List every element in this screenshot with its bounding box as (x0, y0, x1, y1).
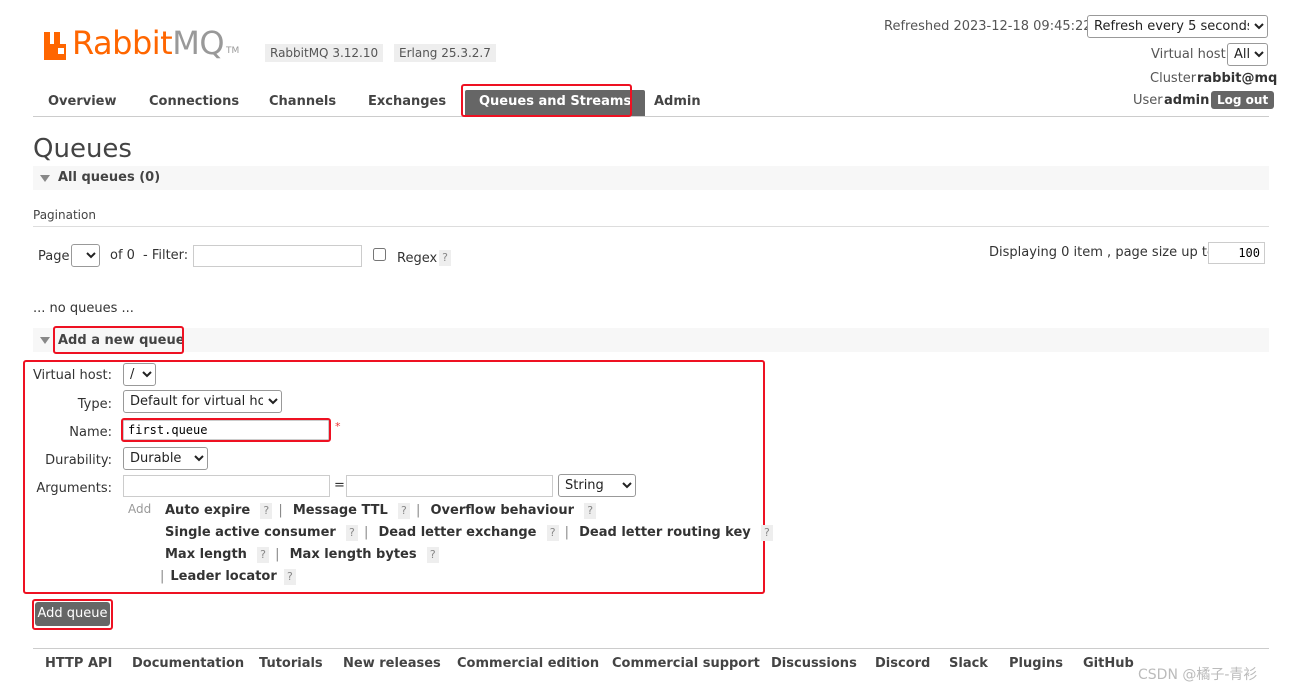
nav-channels[interactable]: Channels (269, 90, 336, 116)
footer-plugins[interactable]: Plugins (1009, 656, 1063, 671)
nav-overview[interactable]: Overview (48, 90, 117, 116)
highlight-add-queue-button (32, 599, 113, 630)
pagination-heading: Pagination (33, 208, 96, 222)
nav-connections[interactable]: Connections (149, 90, 239, 116)
footer-http-api[interactable]: HTTP API (45, 656, 112, 671)
regex-checkbox[interactable] (373, 248, 386, 261)
footer-new-releases[interactable]: New releases (343, 656, 441, 671)
required-marker: * (335, 420, 341, 433)
footer-slack[interactable]: Slack (949, 656, 988, 671)
help-icon[interactable]: ? (760, 525, 773, 541)
arg-overflow-behaviour[interactable]: Overflow behaviour (431, 503, 575, 518)
filter-label: - Filter: (143, 248, 189, 263)
rabbit-logo-icon (44, 32, 70, 60)
add-argument-label: Add (128, 502, 152, 516)
displaying-label: Displaying 0 item , page size up to: (989, 245, 1220, 260)
argument-key-input[interactable] (123, 475, 330, 497)
logo-tm: TM (226, 46, 240, 56)
help-icon[interactable]: ? (426, 547, 439, 563)
footer-tutorials[interactable]: Tutorials (259, 656, 323, 671)
no-queues-text: ... no queues ... (33, 301, 134, 316)
collapse-arrow-icon (40, 337, 50, 344)
name-field-label: Name: (69, 425, 112, 440)
highlight-add-queue-section (53, 326, 184, 354)
arg-max-length[interactable]: Max length (165, 547, 247, 562)
footer-discord[interactable]: Discord (875, 656, 930, 671)
arg-max-length-bytes[interactable]: Max length bytes (290, 547, 417, 562)
logo-text-rabbit: Rabbit (72, 24, 173, 62)
main-nav: Overview Connections Channels Exchanges … (33, 84, 1269, 117)
type-field-label: Type: (77, 397, 112, 412)
argument-equals: = (334, 478, 345, 493)
arg-single-active-consumer[interactable]: Single active consumer (165, 525, 336, 540)
durability-select[interactable]: Durable (123, 447, 208, 470)
virtual-host-label: Virtual host (1151, 47, 1226, 62)
help-icon[interactable]: ? (260, 503, 273, 519)
regex-help-icon[interactable]: ? (439, 250, 451, 266)
argument-type-select[interactable]: String (558, 474, 636, 497)
refresh-interval-select[interactable]: Refresh every 5 seconds (1087, 15, 1268, 38)
arg-dead-letter-exchange[interactable]: Dead letter exchange (378, 525, 536, 540)
argument-options-row-1: Auto expire ? | Message TTL ? | Overflow b… (165, 503, 597, 519)
highlight-name-input (121, 418, 331, 442)
vhost-field-label: Virtual host: (32, 368, 112, 383)
argument-options-row-4: | Leader locator ? (160, 569, 296, 585)
rabbitmq-version-badge: RabbitMQ 3.12.10 (265, 44, 384, 62)
page-size-input[interactable] (1208, 242, 1265, 264)
page-title: Queues (33, 134, 132, 164)
regex-label: Regex (397, 251, 438, 266)
arg-message-ttl[interactable]: Message TTL (293, 503, 388, 518)
help-icon[interactable]: ? (584, 503, 597, 519)
help-icon[interactable]: ? (345, 525, 358, 541)
footer-divider (33, 648, 1269, 649)
footer-commercial-support[interactable]: Commercial support (612, 656, 760, 671)
highlight-nav-queues (461, 84, 632, 117)
filter-input[interactable] (193, 245, 362, 267)
help-icon[interactable]: ? (257, 547, 270, 563)
help-icon[interactable]: ? (283, 569, 296, 585)
page-of-label: of 0 (110, 248, 135, 263)
refreshed-timestamp: Refreshed 2023-12-18 09:45:22 (884, 19, 1092, 34)
queue-type-select[interactable]: Default for virtual host (123, 390, 282, 413)
page-select[interactable] (71, 244, 100, 267)
nav-admin[interactable]: Admin (654, 90, 701, 116)
argument-options-row-3: Max length ? | Max length bytes ? (165, 547, 439, 563)
footer-discussions[interactable]: Discussions (771, 656, 857, 671)
arguments-field-label: Arguments: (36, 481, 112, 496)
arg-dead-letter-routing-key[interactable]: Dead letter routing key (579, 525, 751, 540)
arg-auto-expire[interactable]: Auto expire (165, 503, 250, 518)
footer-commercial-edition[interactable]: Commercial edition (457, 656, 599, 671)
footer-documentation[interactable]: Documentation (132, 656, 244, 671)
collapse-arrow-icon (40, 175, 50, 182)
vhost-select[interactable]: / (123, 363, 156, 386)
durability-field-label: Durability: (45, 453, 112, 468)
all-queues-label: All queues (0) (58, 170, 161, 185)
argument-options-row-2: Single active consumer ? | Dead letter ex… (165, 525, 773, 541)
all-queues-section[interactable]: All queues (0) (33, 166, 1269, 190)
add-queue-section[interactable]: Add a new queue (33, 328, 1269, 352)
footer-github[interactable]: GitHub (1083, 656, 1134, 671)
page-label: Page (38, 249, 70, 264)
help-icon[interactable]: ? (546, 525, 559, 541)
pagination-divider (33, 226, 1269, 227)
watermark-text: CSDN @橘子-青衫 (1138, 667, 1258, 683)
logo-text-mq: MQ (172, 24, 224, 62)
nav-exchanges[interactable]: Exchanges (368, 90, 446, 116)
erlang-version-badge: Erlang 25.3.2.7 (394, 44, 496, 62)
virtual-host-select[interactable]: All (1227, 43, 1268, 66)
help-icon[interactable]: ? (397, 503, 410, 519)
arg-leader-locator[interactable]: Leader locator (170, 569, 276, 584)
argument-value-input[interactable] (346, 475, 553, 497)
rabbitmq-logo: Rabbit MQ TM (44, 24, 239, 60)
